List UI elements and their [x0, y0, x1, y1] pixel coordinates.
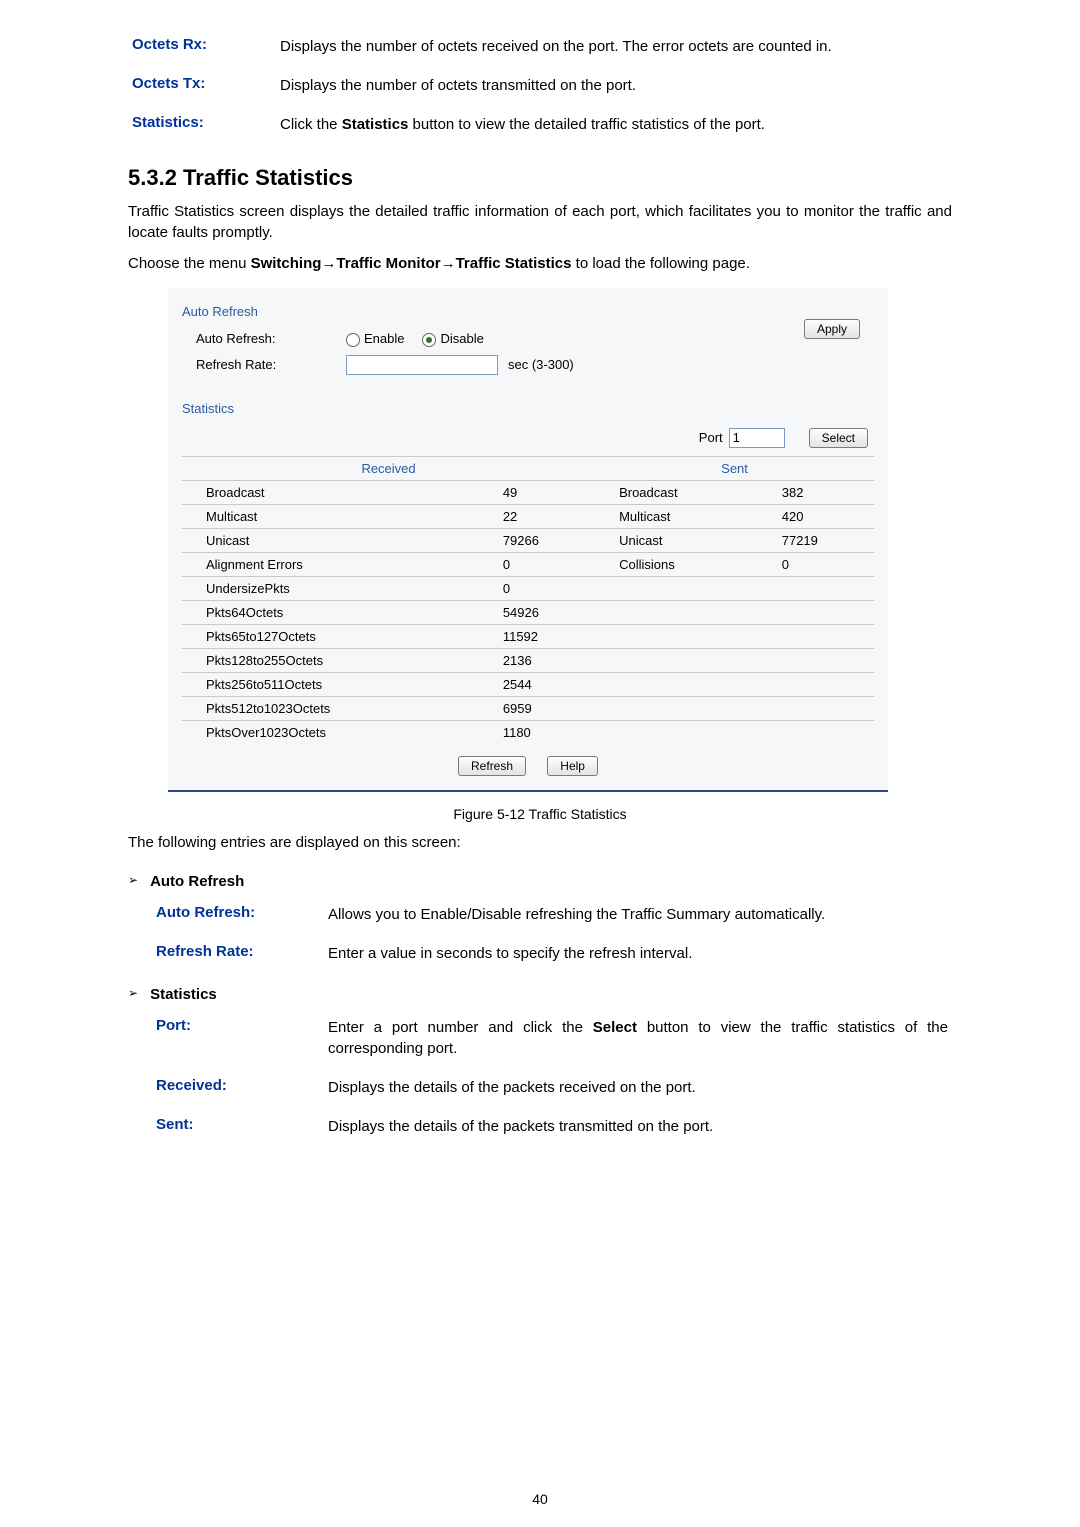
refresh-rate-unit: sec (3-300): [508, 357, 574, 372]
stat-value: 22: [497, 504, 595, 528]
section-paragraph: Traffic Statistics screen displays the d…: [128, 201, 952, 243]
stat-value: 49: [497, 480, 595, 504]
def-octets-tx: Displays the number of octets transmitte…: [276, 69, 952, 108]
refresh-rate-label: Refresh Rate:: [196, 357, 346, 372]
stat-value: 0: [776, 552, 874, 576]
term-octets-tx: Octets Tx:: [128, 69, 276, 108]
def-port: Enter a port number and click the Select…: [324, 1011, 952, 1071]
nav-arrow2: →: [441, 255, 456, 272]
auto-refresh-title: Auto Refresh: [182, 304, 874, 319]
nav-b2: Traffic Monitor: [336, 255, 440, 272]
stat-name: Unicast: [595, 528, 776, 552]
stats-table: Received Sent Broadcast 49 Broadcast 382…: [182, 456, 874, 744]
group-heading-auto-refresh: Auto Refresh: [150, 873, 244, 890]
auto-refresh-definitions: Auto Refresh: Allows you to Enable/Disab…: [152, 898, 952, 976]
stat-value: 11592: [497, 624, 595, 648]
nav-b1: Switching: [251, 255, 322, 272]
term-statistics: Statistics:: [128, 108, 276, 147]
def-port-bold: Select: [593, 1019, 637, 1036]
figure-caption: Figure 5-12 Traffic Statistics: [128, 806, 952, 822]
stat-value: 1180: [497, 720, 595, 744]
stat-name: Pkts256to511Octets: [182, 672, 497, 696]
stat-value: 77219: [776, 528, 874, 552]
apply-button[interactable]: Apply: [804, 319, 860, 339]
def-statistics: Click the Statistics button to view the …: [276, 108, 952, 147]
term-auto-refresh: Auto Refresh:: [152, 898, 324, 937]
enable-radio-label: Enable: [364, 331, 404, 346]
sent-header: Sent: [595, 456, 874, 480]
radio-icon: [346, 333, 360, 347]
stat-name: Pkts64Octets: [182, 600, 497, 624]
received-header: Received: [182, 456, 595, 480]
disable-radio[interactable]: Disable: [422, 331, 483, 347]
nav-arrow1: →: [321, 255, 336, 272]
stat-value: 420: [776, 504, 874, 528]
nav-pre: Choose the menu: [128, 255, 251, 272]
nav-line: Choose the menu Switching→Traffic Monito…: [128, 253, 952, 274]
def-auto-refresh: Allows you to Enable/Disable refreshing …: [324, 898, 952, 937]
stat-name: Unicast: [182, 528, 497, 552]
def-refresh-rate: Enter a value in seconds to specify the …: [324, 937, 952, 976]
stat-name: UndersizePkts: [182, 576, 497, 600]
stat-name: Broadcast: [182, 480, 497, 504]
help-button[interactable]: Help: [547, 756, 598, 776]
term-refresh-rate: Refresh Rate:: [152, 937, 324, 976]
stat-value: 79266: [497, 528, 595, 552]
term-received: Received:: [152, 1071, 324, 1110]
nav-post: to load the following page.: [571, 255, 749, 272]
stat-name: Multicast: [182, 504, 497, 528]
stat-name: Alignment Errors: [182, 552, 497, 576]
term-sent: Sent:: [152, 1110, 324, 1149]
refresh-button[interactable]: Refresh: [458, 756, 526, 776]
nav-b3: Traffic Statistics: [456, 255, 572, 272]
stat-name: Pkts128to255Octets: [182, 648, 497, 672]
def-statistics-bold: Statistics: [342, 116, 409, 133]
stat-value: 382: [776, 480, 874, 504]
term-octets-rx: Octets Rx:: [128, 30, 276, 69]
radio-checked-icon: [422, 333, 436, 347]
auto-refresh-label: Auto Refresh:: [196, 331, 346, 346]
stat-value: 54926: [497, 600, 595, 624]
def-statistics-pre: Click the: [280, 116, 342, 133]
def-statistics-post: button to view the detailed traffic stat…: [408, 116, 765, 133]
disable-radio-label: Disable: [440, 331, 483, 346]
page-number: 40: [0, 1491, 1080, 1507]
top-definitions: Octets Rx: Displays the number of octets…: [128, 30, 952, 147]
section-heading: 5.3.2 Traffic Statistics: [128, 165, 952, 191]
stat-value: 0: [497, 552, 595, 576]
statistics-title: Statistics: [182, 401, 874, 416]
stat-value: 6959: [497, 696, 595, 720]
stat-name: Pkts512to1023Octets: [182, 696, 497, 720]
group-heading-statistics: Statistics: [150, 986, 217, 1003]
stat-value: 0: [497, 576, 595, 600]
def-port-pre: Enter a port number and click the: [328, 1019, 593, 1036]
traffic-statistics-panel: Auto Refresh Apply Auto Refresh: Enable …: [168, 288, 888, 792]
stat-name: Collisions: [595, 552, 776, 576]
statistics-definitions: Port: Enter a port number and click the …: [152, 1011, 952, 1149]
stat-name: Multicast: [595, 504, 776, 528]
term-port: Port:: [152, 1011, 324, 1071]
enable-radio[interactable]: Enable: [346, 331, 404, 347]
def-octets-rx: Displays the number of octets received o…: [276, 30, 952, 69]
select-button[interactable]: Select: [809, 428, 868, 448]
port-input[interactable]: 1: [729, 428, 785, 448]
stat-name: PktsOver1023Octets: [182, 720, 497, 744]
bullet-icon: ➢: [128, 986, 138, 1000]
def-received: Displays the details of the packets rece…: [324, 1071, 952, 1110]
following-entries: The following entries are displayed on t…: [128, 832, 952, 853]
port-label: Port: [699, 430, 723, 445]
stat-name: Pkts65to127Octets: [182, 624, 497, 648]
stat-name: Broadcast: [595, 480, 776, 504]
def-sent: Displays the details of the packets tran…: [324, 1110, 952, 1149]
refresh-rate-input[interactable]: [346, 355, 498, 375]
bullet-icon: ➢: [128, 873, 138, 887]
stat-value: 2544: [497, 672, 595, 696]
stat-value: 2136: [497, 648, 595, 672]
